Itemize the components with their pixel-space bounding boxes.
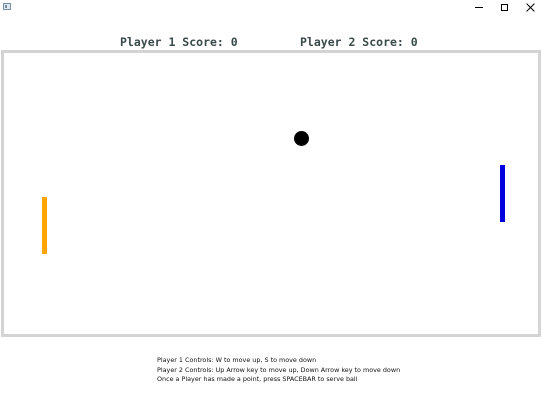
close-button[interactable]: [517, 0, 542, 14]
instruction-line-player1: Player 1 Controls: W to move up, S to mo…: [157, 356, 317, 364]
right-paddle: [500, 165, 505, 222]
game-court[interactable]: [1, 50, 541, 337]
close-icon: [526, 3, 535, 12]
maximize-button[interactable]: [491, 0, 517, 14]
player1-score: Player 1 Score: 0: [120, 35, 238, 49]
controls-instructions: Player 1 Controls: W to move up, S to mo…: [157, 356, 400, 385]
instruction-line-serve: Once a Player has made a point, press SP…: [157, 375, 358, 383]
player2-score: Player 2 Score: 0: [300, 35, 418, 49]
app-icon: [3, 3, 11, 10]
title-bar: [0, 0, 542, 14]
left-paddle: [42, 197, 47, 254]
maximize-icon: [500, 3, 508, 11]
ball: [294, 131, 309, 146]
instruction-line-player2: Player 2 Controls: Up Arrow key to move …: [157, 365, 401, 374]
minimize-button[interactable]: [466, 0, 492, 14]
minimize-icon: [475, 6, 483, 8]
